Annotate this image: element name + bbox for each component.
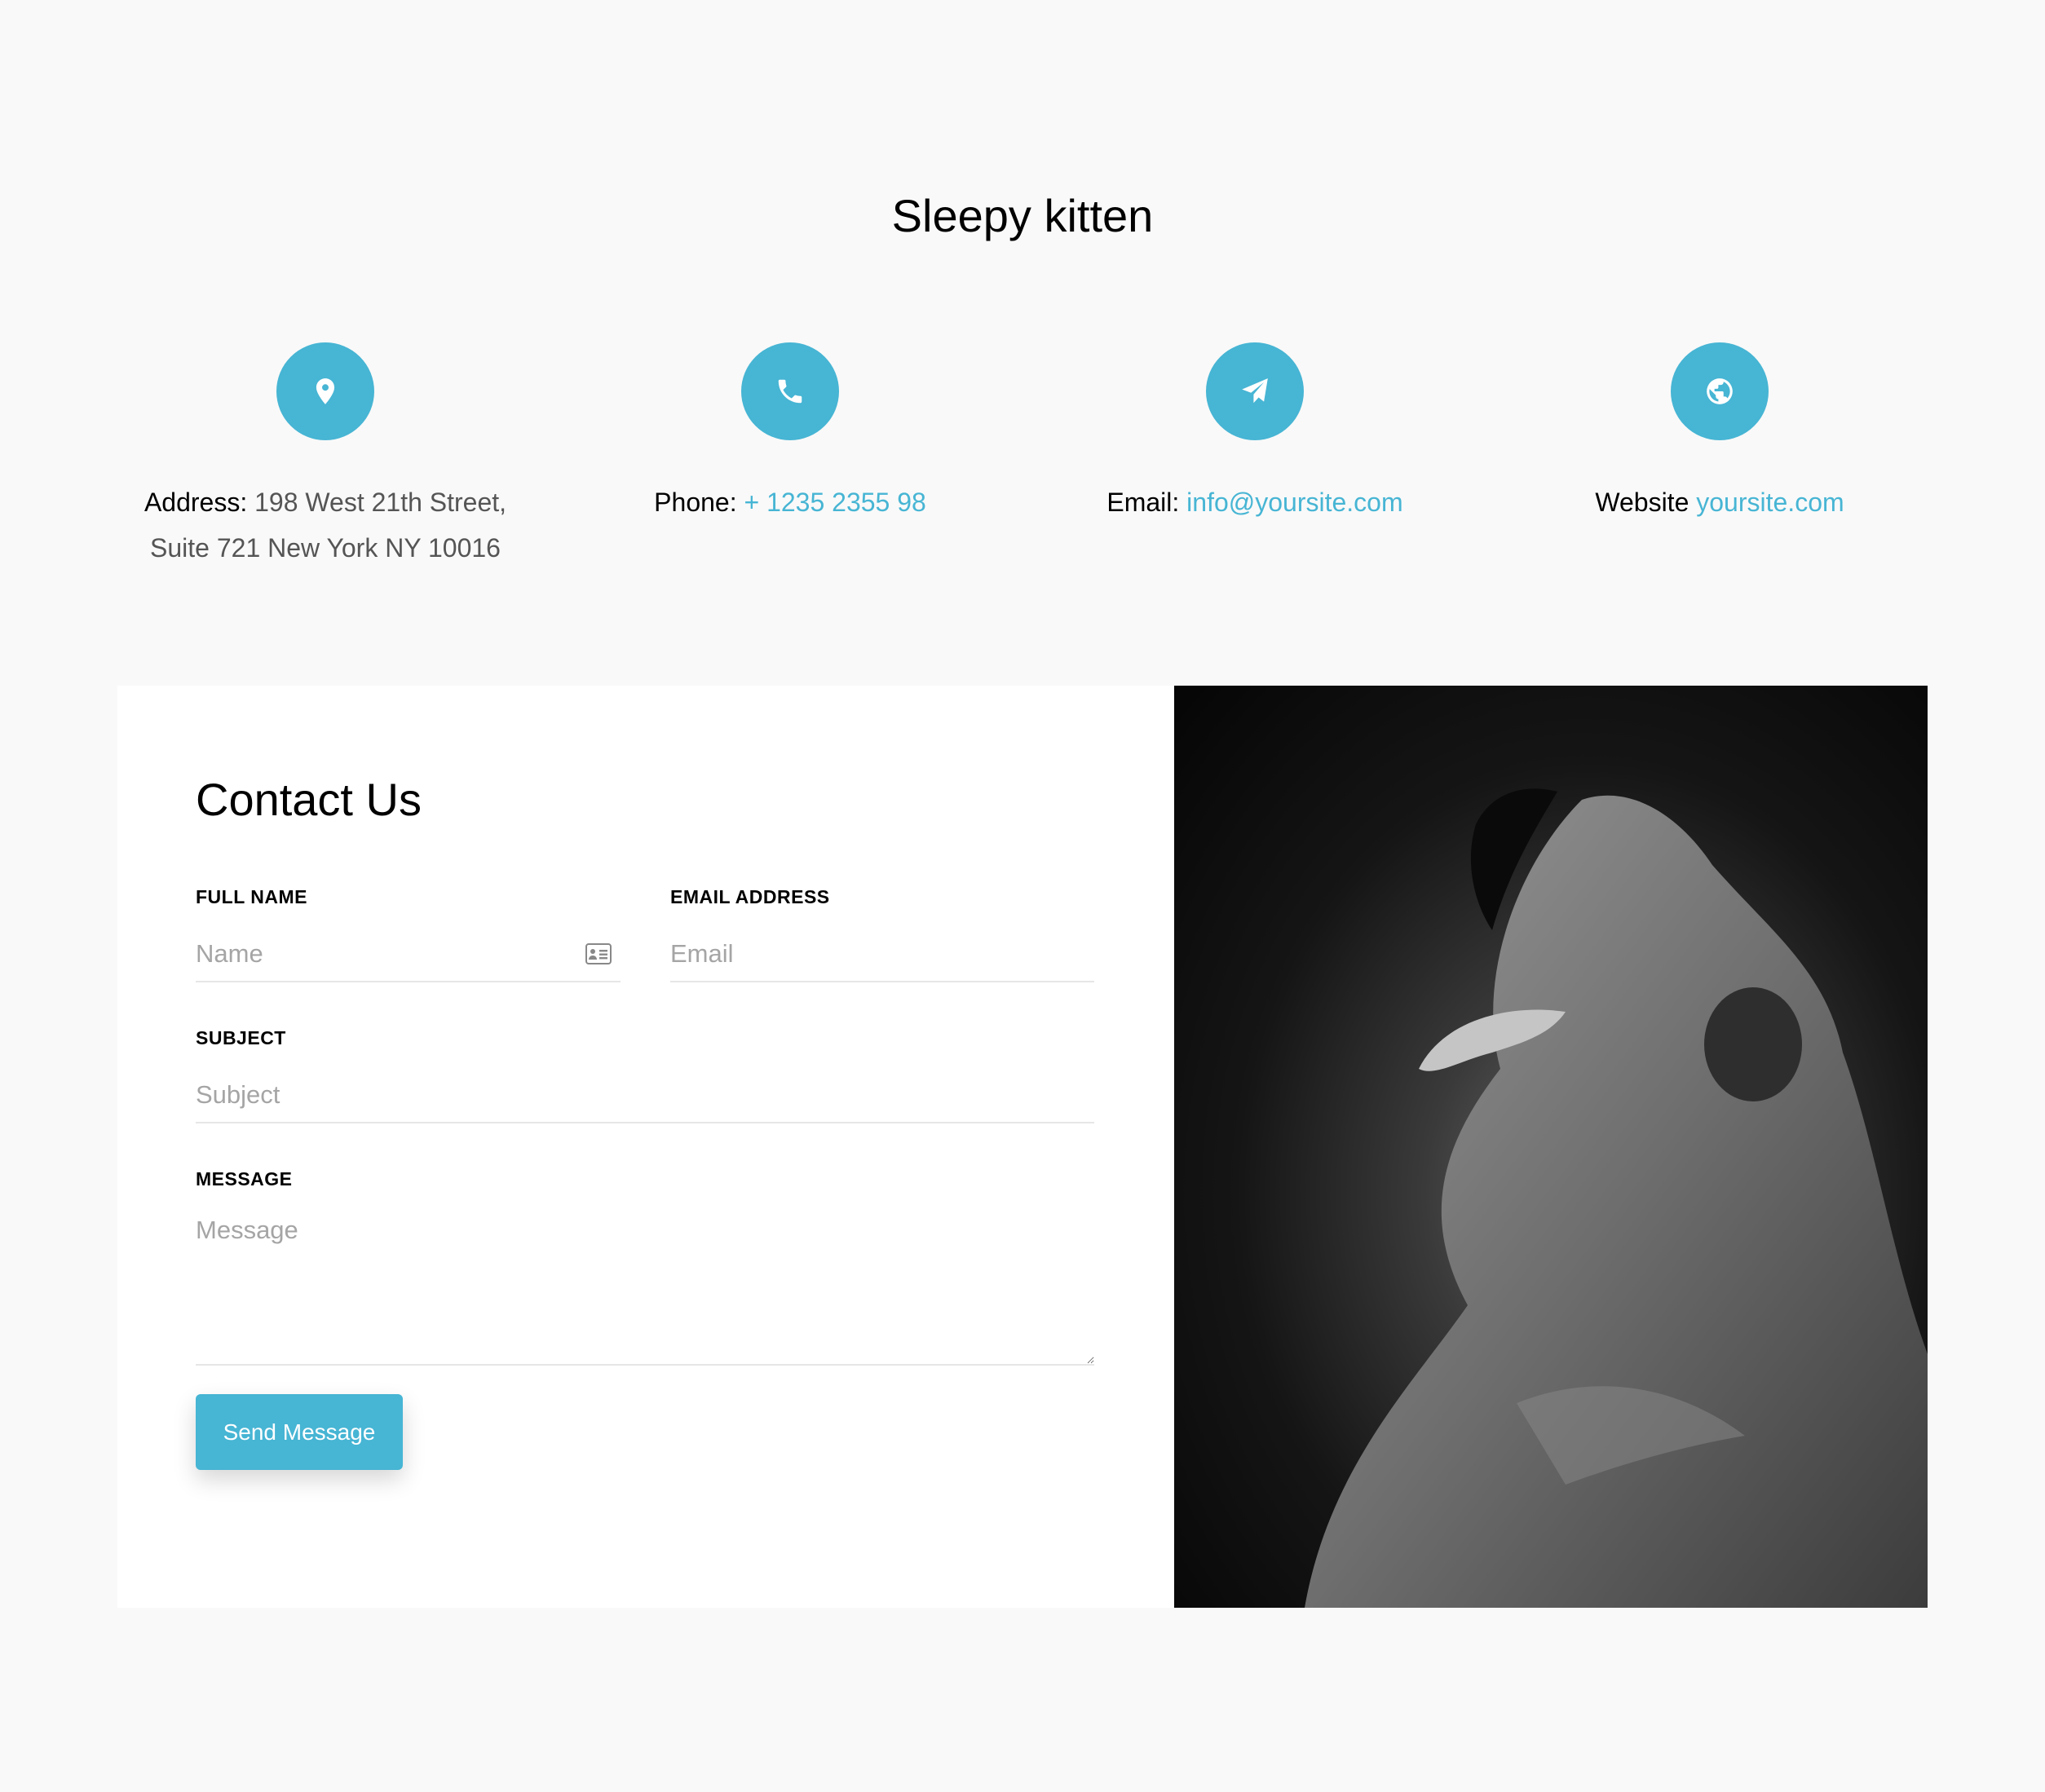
contact-form-card: Contact Us FULL NAME EMAIL ADDRESS SUBJE… (117, 686, 1174, 1608)
website-block: Website yoursite.com (1487, 342, 1952, 525)
website-label: Website (1595, 488, 1689, 517)
phone-icon (741, 342, 839, 440)
subject-label: SUBJECT (196, 1027, 286, 1048)
lioness-illustration (1305, 788, 1928, 1608)
email-input[interactable] (670, 927, 1094, 982)
email-text: Email: info@yoursite.com (1022, 479, 1487, 525)
globe-icon (1671, 342, 1769, 440)
phone-text: Phone: + 1235 2355 98 (558, 479, 1022, 525)
contact-card-icon (585, 943, 612, 964)
lioness-photo (1174, 686, 1928, 1608)
paper-plane-icon (1206, 342, 1304, 440)
website-text: Website yoursite.com (1487, 479, 1952, 525)
address-line2: Suite 721 New York NY 10016 (150, 533, 501, 563)
website-link[interactable]: yoursite.com (1696, 488, 1844, 517)
email-link[interactable]: info@yoursite.com (1186, 488, 1402, 517)
message-textarea[interactable] (196, 1216, 1094, 1366)
email-block: Email: info@yoursite.com (1022, 342, 1487, 525)
full-name-label: FULL NAME (196, 886, 307, 907)
contact-info-row: Address: 198 West 21th Street, Suite 721… (0, 342, 2045, 587)
email-address-label: EMAIL ADDRESS (670, 886, 830, 907)
send-message-button[interactable]: Send Message (196, 1394, 403, 1470)
phone-link[interactable]: + 1235 2355 98 (744, 488, 925, 517)
full-name-input[interactable] (196, 927, 621, 982)
page-title: Sleepy kitten (891, 190, 1154, 241)
phone-block: Phone: + 1235 2355 98 (558, 342, 1022, 525)
message-label: MESSAGE (196, 1168, 293, 1190)
address-label: Address: (144, 488, 248, 517)
address-text: Address: 198 West 21th Street, Suite 721… (93, 479, 558, 571)
email-label: Email: (1106, 488, 1180, 517)
subject-input[interactable] (196, 1068, 1094, 1123)
phone-label: Phone: (654, 488, 737, 517)
map-pin-icon (276, 342, 374, 440)
form-title: Contact Us (196, 774, 422, 825)
address-line1: 198 West 21th Street, (254, 488, 507, 517)
address-block: Address: 198 West 21th Street, Suite 721… (93, 342, 558, 571)
